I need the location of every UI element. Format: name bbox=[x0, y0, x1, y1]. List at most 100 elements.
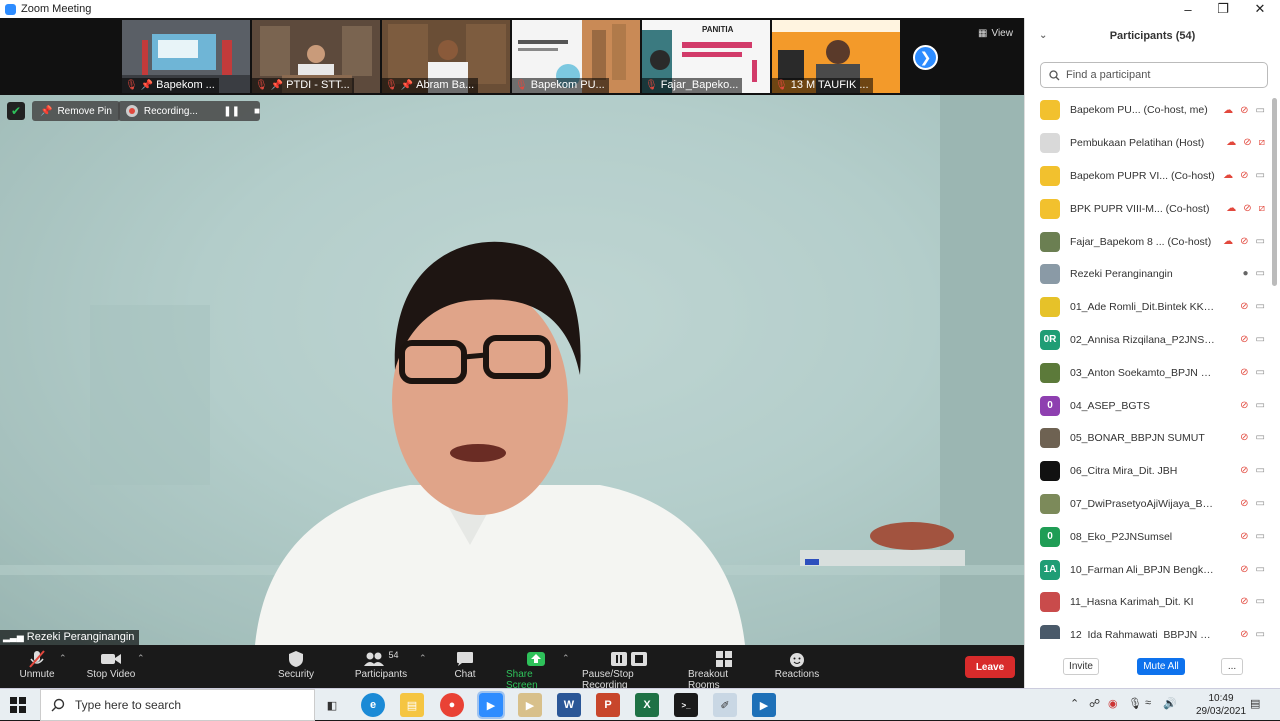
show-hidden-icons-icon[interactable]: ⌃ bbox=[1070, 697, 1079, 710]
more-options-button[interactable]: ... bbox=[1221, 658, 1243, 675]
file-explorer-icon[interactable]: ▤ bbox=[400, 693, 424, 717]
security-status-icon[interactable]: ◉ bbox=[1108, 697, 1118, 710]
security-button[interactable]: Security bbox=[276, 649, 316, 680]
participant-row[interactable]: BPK PUPR VIII-M... (Co-host) ☁ ⊘ ⧄ bbox=[1025, 192, 1280, 225]
participant-row[interactable]: 05_BONAR_BBPJN SUMUT ⊘ ▭ bbox=[1025, 422, 1280, 455]
video-camera-icon[interactable]: ▭ bbox=[1256, 367, 1265, 378]
task-view-icon[interactable]: ◧ bbox=[320, 693, 344, 717]
video-camera-icon[interactable]: ▭ bbox=[1256, 334, 1265, 345]
edge-browser-icon[interactable]: e bbox=[361, 693, 385, 717]
video-camera-icon[interactable]: ▭ bbox=[1256, 596, 1265, 607]
participant-list-scrollbar[interactable] bbox=[1272, 98, 1277, 286]
invite-button[interactable]: Invite bbox=[1063, 658, 1099, 675]
participant-row[interactable]: Bapekom PU... (Co-host, me) ☁ ⊘ ▭ bbox=[1025, 94, 1280, 127]
mute-all-button[interactable]: Mute All bbox=[1137, 658, 1185, 675]
notifications-icon[interactable]: ▤ bbox=[1250, 697, 1260, 710]
audio-options-caret-icon[interactable]: ⌃ bbox=[59, 653, 67, 664]
muted-mic-icon[interactable]: ⊘ bbox=[1240, 432, 1248, 443]
next-page-button[interactable]: ❯ bbox=[913, 45, 938, 70]
muted-mic-icon[interactable]: ⊘ bbox=[1240, 334, 1248, 345]
muted-mic-icon[interactable]: ⊘ bbox=[1240, 629, 1248, 639]
minimize-icon[interactable]: – bbox=[1170, 0, 1206, 18]
share-screen-button[interactable]: Share Screen bbox=[506, 649, 566, 691]
participant-row[interactable]: Bapekom PUPR VI... (Co-host) ☁ ⊘ ▭ bbox=[1025, 160, 1280, 193]
video-thumbnail[interactable]: 🎙 📌 Bapekom ... bbox=[122, 20, 250, 93]
video-camera-icon[interactable]: ▭ bbox=[1256, 531, 1265, 542]
paint-icon[interactable]: ✐ bbox=[713, 693, 737, 717]
participant-search-input[interactable]: Find a participant bbox=[1040, 62, 1268, 88]
video-thumbnail[interactable]: 🎙 13 M TAUFIK ... bbox=[772, 20, 900, 93]
muted-mic-icon[interactable]: ⊘ bbox=[1240, 301, 1248, 312]
excel-icon[interactable]: X bbox=[635, 693, 659, 717]
video-camera-icon[interactable]: ▭ bbox=[1256, 268, 1265, 279]
muted-mic-icon[interactable]: ⊘ bbox=[1240, 564, 1248, 575]
taskbar-clock[interactable]: 10:49 29/03/2021 bbox=[1196, 692, 1246, 718]
powerpoint-icon[interactable]: P bbox=[596, 693, 620, 717]
collapse-chevron-icon[interactable]: ⌄ bbox=[1039, 30, 1047, 41]
muted-mic-icon[interactable]: ⊘ bbox=[1243, 137, 1251, 148]
wifi-icon[interactable]: ≈ bbox=[1145, 697, 1151, 709]
video-camera-icon[interactable]: ▭ bbox=[1256, 301, 1265, 312]
participant-row[interactable]: 11_Hasna Karimah_Dit. KI ⊘ ▭ bbox=[1025, 586, 1280, 619]
taskbar-search-input[interactable]: Type here to search bbox=[40, 689, 315, 721]
leave-button[interactable]: Leave bbox=[965, 656, 1015, 678]
pause-recording-icon[interactable]: ❚❚ bbox=[223, 106, 240, 117]
pause-stop-recording-button[interactable]: Pause/Stop Recording bbox=[582, 649, 676, 691]
breakout-rooms-button[interactable]: Breakout Rooms bbox=[688, 649, 760, 691]
participant-row[interactable]: 1A 10_Farman Ali_BPJN Bengkulu ⊘ ▭ bbox=[1025, 553, 1280, 586]
video-off-icon[interactable]: ⧄ bbox=[1259, 137, 1265, 148]
participant-row[interactable]: 0R02_Annisa Rizqilana_P2JNSumbar⊘▭ bbox=[1025, 324, 1280, 357]
video-camera-icon[interactable]: ▭ bbox=[1256, 465, 1265, 476]
muted-mic-icon[interactable]: ⊘ bbox=[1240, 531, 1248, 542]
network-icon[interactable]: ☍ bbox=[1089, 697, 1100, 710]
video-camera-icon[interactable]: ▭ bbox=[1256, 432, 1265, 443]
word-icon[interactable]: W bbox=[557, 693, 581, 717]
reactions-button[interactable]: Reactions bbox=[775, 649, 819, 680]
chat-button[interactable]: Chat bbox=[450, 649, 480, 680]
muted-mic-icon[interactable]: ⊘ bbox=[1240, 236, 1248, 247]
zoom-app-icon[interactable]: ▶ bbox=[477, 691, 505, 719]
video-camera-icon[interactable]: ▭ bbox=[1256, 629, 1265, 639]
participant-row[interactable]: Rezeki Peranginangin ● ▭ bbox=[1025, 258, 1280, 291]
muted-mic-icon[interactable]: ⊘ bbox=[1240, 596, 1248, 607]
video-camera-icon[interactable]: ▭ bbox=[1256, 564, 1265, 575]
video-editor-icon[interactable]: ▶ bbox=[752, 693, 776, 717]
volume-icon[interactable]: 🔊 bbox=[1163, 697, 1177, 710]
video-options-caret-icon[interactable]: ⌃ bbox=[137, 653, 145, 664]
microphone-tray-icon[interactable]: 🎙 bbox=[1128, 697, 1142, 710]
mic-icon[interactable]: ● bbox=[1243, 268, 1249, 279]
participant-row[interactable]: 0 08_Eko_P2JNSumsel ⊘ ▭ bbox=[1025, 520, 1280, 553]
close-icon[interactable]: ✕ bbox=[1242, 0, 1278, 18]
participant-row[interactable]: 0 04_ASEP_BGTS ⊘ ▭ bbox=[1025, 389, 1280, 422]
terminal-icon[interactable]: >_ bbox=[674, 693, 698, 717]
muted-mic-icon[interactable]: ⊘ bbox=[1240, 105, 1248, 116]
remove-pin-button[interactable]: 📌 Remove Pin bbox=[32, 101, 120, 121]
muted-mic-icon[interactable]: ⊘ bbox=[1243, 203, 1251, 214]
video-camera-icon[interactable]: ▭ bbox=[1256, 105, 1265, 116]
participants-button[interactable]: 54 Participants bbox=[354, 649, 408, 680]
participant-row[interactable]: 01_Ade Romli_Dit.Bintek KKJJ B...⊘▭ bbox=[1025, 291, 1280, 324]
video-camera-icon[interactable]: ▭ bbox=[1256, 170, 1265, 181]
media-player-icon[interactable]: ▶ bbox=[518, 693, 542, 717]
participant-row[interactable]: 07_DwiPrasetyoAjiWijaya_BBPJN...⊘▭ bbox=[1025, 488, 1280, 521]
participants-caret-icon[interactable]: ⌃ bbox=[419, 653, 427, 664]
muted-mic-icon[interactable]: ⊘ bbox=[1240, 400, 1248, 411]
maximize-icon[interactable]: ❐ bbox=[1205, 0, 1241, 18]
encryption-shield-icon[interactable]: ✔ bbox=[7, 102, 25, 120]
video-off-icon[interactable]: ⧄ bbox=[1259, 203, 1265, 214]
video-camera-icon[interactable]: ▭ bbox=[1256, 498, 1265, 509]
video-thumbnail[interactable]: 🎙 Bapekom PU... bbox=[512, 20, 640, 93]
participant-row[interactable]: Fajar_Bapekom 8 ... (Co-host) ☁ ⊘ ▭ bbox=[1025, 225, 1280, 258]
muted-mic-icon[interactable]: ⊘ bbox=[1240, 465, 1248, 476]
unmute-button[interactable]: Unmute bbox=[18, 649, 56, 680]
stop-video-button[interactable]: Stop Video bbox=[85, 649, 137, 680]
participant-row[interactable]: 12_Ida Rahmawati_BBPJN Jateng...⊘▭ bbox=[1025, 619, 1280, 639]
muted-mic-icon[interactable]: ⊘ bbox=[1240, 367, 1248, 378]
video-thumbnail[interactable]: PANITIA 🎙 Fajar_Bapeko... bbox=[642, 20, 770, 93]
muted-mic-icon[interactable]: ⊘ bbox=[1240, 170, 1248, 181]
chrome-icon[interactable]: ● bbox=[440, 693, 464, 717]
participant-row[interactable]: 03_Anton Soekamto_BPJN NTB ⊘ ▭ bbox=[1025, 356, 1280, 389]
video-camera-icon[interactable]: ▭ bbox=[1256, 236, 1265, 247]
video-camera-icon[interactable]: ▭ bbox=[1256, 400, 1265, 411]
share-options-caret-icon[interactable]: ⌃ bbox=[562, 653, 570, 664]
